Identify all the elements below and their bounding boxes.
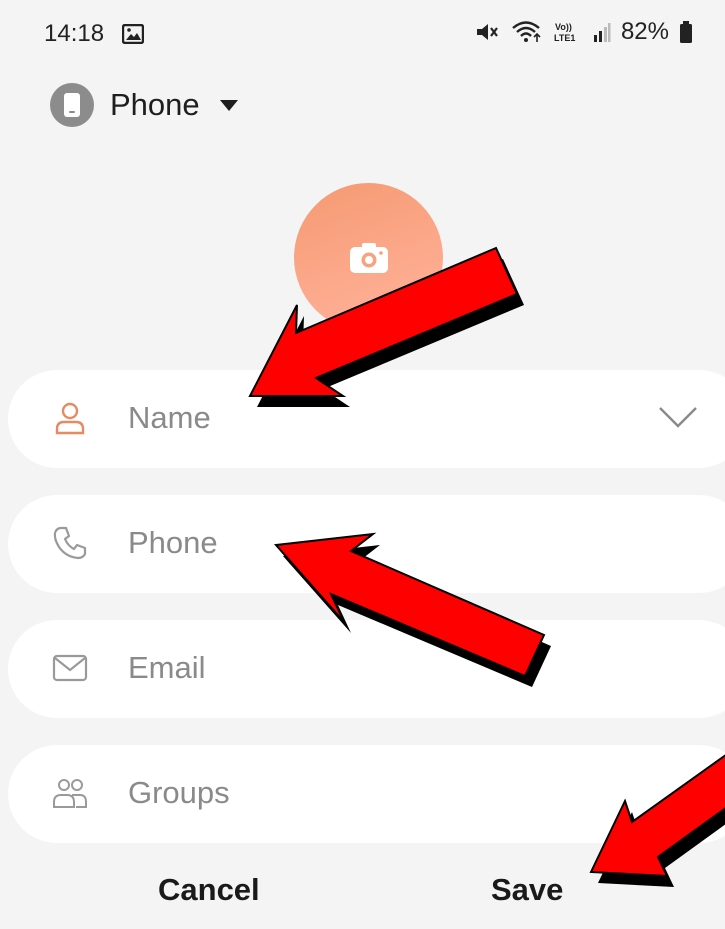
groups-icon <box>53 779 87 808</box>
volte-icon: Vo)) LTE1 <box>554 22 575 43</box>
status-time: 14:18 <box>44 20 105 47</box>
account-selector[interactable]: Phone <box>50 82 238 128</box>
mute-icon <box>476 24 498 40</box>
battery-percent: 82% <box>620 18 669 45</box>
status-bar: 14:18 Vo)) LTE1 82% <box>0 0 725 68</box>
name-placeholder: Name <box>128 400 211 435</box>
person-icon <box>55 402 85 435</box>
email-field[interactable]: Email <box>8 620 725 718</box>
chevron-down-icon[interactable] <box>658 402 698 432</box>
mail-icon <box>52 654 88 682</box>
signal-icon <box>593 23 611 42</box>
svg-text:LTE1: LTE1 <box>554 33 575 43</box>
phone-icon <box>53 526 87 560</box>
save-button[interactable]: Save <box>491 872 563 908</box>
email-placeholder: Email <box>128 650 206 685</box>
name-field[interactable]: Name <box>8 370 725 468</box>
cancel-button[interactable]: Cancel <box>158 872 260 908</box>
camera-icon <box>349 242 388 273</box>
account-label: Phone <box>110 87 200 122</box>
contact-photo-button[interactable] <box>294 183 443 332</box>
phone-device-icon <box>50 83 94 127</box>
groups-placeholder: Groups <box>128 775 230 810</box>
phone-placeholder: Phone <box>128 525 218 560</box>
phone-field[interactable]: Phone <box>8 495 725 593</box>
battery-icon <box>680 21 692 43</box>
caret-down-icon <box>219 99 238 111</box>
groups-field[interactable]: Groups <box>8 745 725 843</box>
gallery-icon <box>122 24 144 44</box>
wifi-icon <box>512 21 541 42</box>
status-icons: Vo)) LTE1 82% <box>475 18 693 46</box>
bottom-action-bar: Cancel Save <box>0 850 725 929</box>
svg-text:Vo)): Vo)) <box>555 22 572 32</box>
